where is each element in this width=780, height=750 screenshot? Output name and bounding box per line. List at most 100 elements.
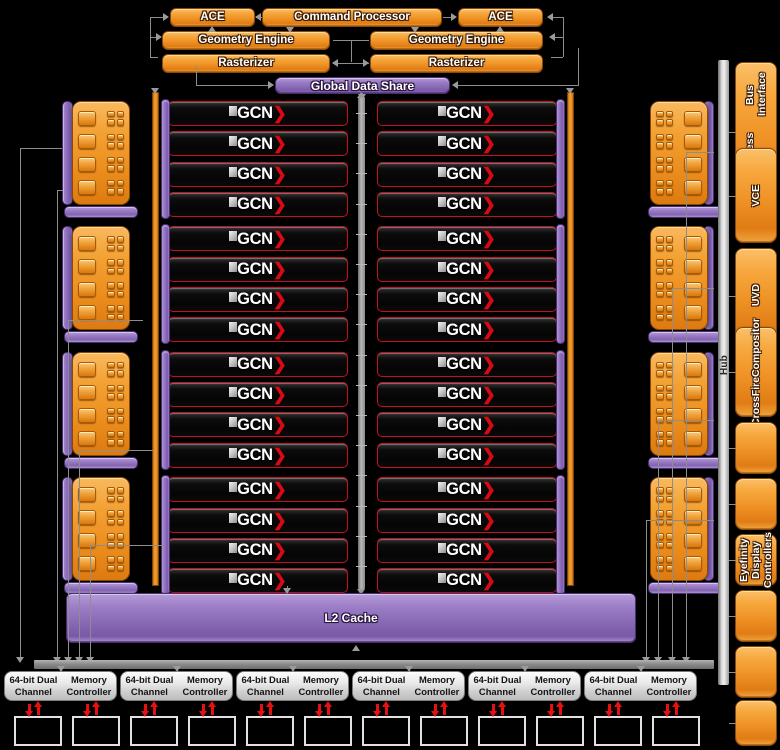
ace-right-input-vertical: [563, 17, 564, 37]
rast-left-to-gds-vertical: [196, 66, 197, 86]
memory-chip: [72, 716, 120, 746]
bus-tick: [356, 384, 367, 386]
compute-unit-label: GCN: [237, 134, 273, 153]
rop-unit-small: [116, 282, 124, 289]
gcn-chevron-icon: ❯: [272, 540, 287, 560]
gcn-chevron-icon: ❯: [272, 445, 287, 465]
gcn-logo-icon: GCN ❯: [438, 539, 496, 562]
ace-block-left: ACE: [170, 8, 255, 27]
rop-unit-small: [656, 236, 664, 243]
rop-unit-small: [116, 384, 124, 392]
arrow-down-icon: [257, 711, 265, 717]
rop-unit-small: [107, 188, 115, 195]
rop-purple-bar-right: [648, 582, 722, 595]
io-block-eyefinity-display-controller-4: [735, 590, 777, 642]
rop-unit-small: [656, 156, 664, 164]
rop-unit-small: [107, 510, 115, 517]
rop-unit-small: [107, 439, 115, 446]
arrow-down-icon: [288, 666, 297, 672]
arrow-right-icon: [163, 13, 169, 21]
arrow-left-icon: [549, 33, 555, 41]
compute-unit-label: GCN: [446, 571, 482, 590]
rop-unit-small: [656, 133, 664, 141]
io-block-label-line: Compositor: [749, 318, 762, 377]
rop-unit-small: [107, 244, 115, 252]
gcn-chevron-icon: ❯: [481, 571, 496, 591]
arrow-up-icon: [208, 26, 216, 32]
compute-unit-gcn: GCN ❯: [377, 287, 557, 312]
hub-connector-line: [729, 448, 736, 449]
compute-unit-label: GCN: [237, 259, 273, 278]
compute-unit-label: GCN: [237, 571, 273, 590]
gcn-mark-icon: [438, 417, 447, 428]
rast-left-input-vertical: [150, 37, 151, 57]
rasterizer-left: Rasterizer: [162, 54, 330, 73]
io-block-crossfire-compositor: CrossFire Compositor: [735, 318, 777, 426]
rop-unit-large: [78, 305, 96, 321]
arrow-left-icon: [255, 13, 261, 21]
rop-unit-small: [665, 188, 673, 195]
gcn-chevron-icon: ❯: [481, 229, 496, 249]
memory-chip: [478, 716, 526, 746]
gcn-mark-icon: [229, 356, 238, 367]
purple-segment-left: [161, 99, 170, 219]
rop-purple-bar-left: [64, 456, 138, 469]
gcn-chevron-icon: ❯: [481, 290, 496, 309]
rop-unit-small: [665, 133, 673, 141]
rop-unit-small: [656, 244, 664, 252]
rop-unit-small: [116, 370, 124, 377]
compute-unit-gcn: GCN ❯: [377, 101, 557, 126]
io-block-label-line: CrossFire: [749, 376, 762, 426]
arrow-right-icon: [451, 13, 457, 21]
compute-unit-label: GCN: [237, 480, 273, 499]
purple-segment-right: [556, 99, 565, 219]
gcn-chevron-icon: ❯: [272, 480, 287, 500]
rop-unit-small: [107, 165, 115, 172]
rop-bus-branch-right: [672, 288, 714, 289]
rop-unit-small: [656, 290, 664, 298]
rop-unit-small: [107, 290, 115, 298]
arrow-up-icon: [382, 701, 390, 707]
arrow-down-icon: [25, 711, 33, 717]
gcn-chevron-icon: ❯: [481, 104, 496, 123]
rop-unit-small: [107, 142, 115, 149]
arrow-down-icon: [663, 711, 671, 717]
rop-unit-small: [107, 370, 115, 377]
arrow-down-icon: [411, 27, 419, 33]
gcn-logo-icon: GCN ❯: [229, 353, 287, 376]
compute-unit-label: GCN: [446, 164, 482, 183]
compute-unit-label: GCN: [446, 104, 482, 123]
gcn-mark-icon: [229, 573, 238, 584]
gcn-logo-icon: GCN ❯: [229, 569, 287, 592]
rop-purple-bar-left: [64, 205, 138, 218]
io-block-eyefinity-display-controller-2: [735, 478, 777, 530]
gcn-chevron-icon: ❯: [481, 540, 496, 560]
compute-unit-label: GCN: [446, 320, 482, 339]
rop-unit-small: [665, 267, 673, 275]
compute-unit-label: GCN: [237, 104, 273, 123]
gcn-mark-icon: [229, 482, 238, 493]
rast-left-to-gds: [196, 85, 270, 86]
rasterizer-right: Rasterizer: [370, 54, 543, 73]
gcn-logo-icon: GCN ❯: [229, 413, 287, 436]
rop-unit-small: [656, 188, 664, 195]
memory-controller-label-line: Memory Controller: [66, 673, 112, 697]
compute-unit-gcn: GCN ❯: [168, 161, 348, 187]
compute-unit-gcn: GCN ❯: [377, 226, 557, 252]
memory-read-arrow: [675, 706, 678, 715]
rop-unit-small: [665, 119, 673, 126]
memory-chip: [594, 716, 642, 746]
gcn-mark-icon: [438, 231, 447, 242]
rop-unit-large: [78, 361, 96, 377]
gcn-mark-icon: [229, 136, 238, 147]
left-orange-rail: [152, 92, 159, 586]
gcn-mark-icon: [229, 512, 238, 523]
memory-read-arrow: [443, 706, 446, 715]
gcn-mark-icon: [229, 166, 238, 177]
l2-cache-block: L2 Cache: [66, 593, 636, 643]
compute-unit-gcn: GCN ❯: [168, 101, 348, 126]
rop-bus-branch-left: [79, 450, 154, 451]
compute-unit-gcn: GCN ❯: [377, 317, 557, 343]
memory-controller-label-line: 64-bit Dual Channel: [473, 673, 522, 697]
rop-unit-small: [116, 133, 124, 141]
